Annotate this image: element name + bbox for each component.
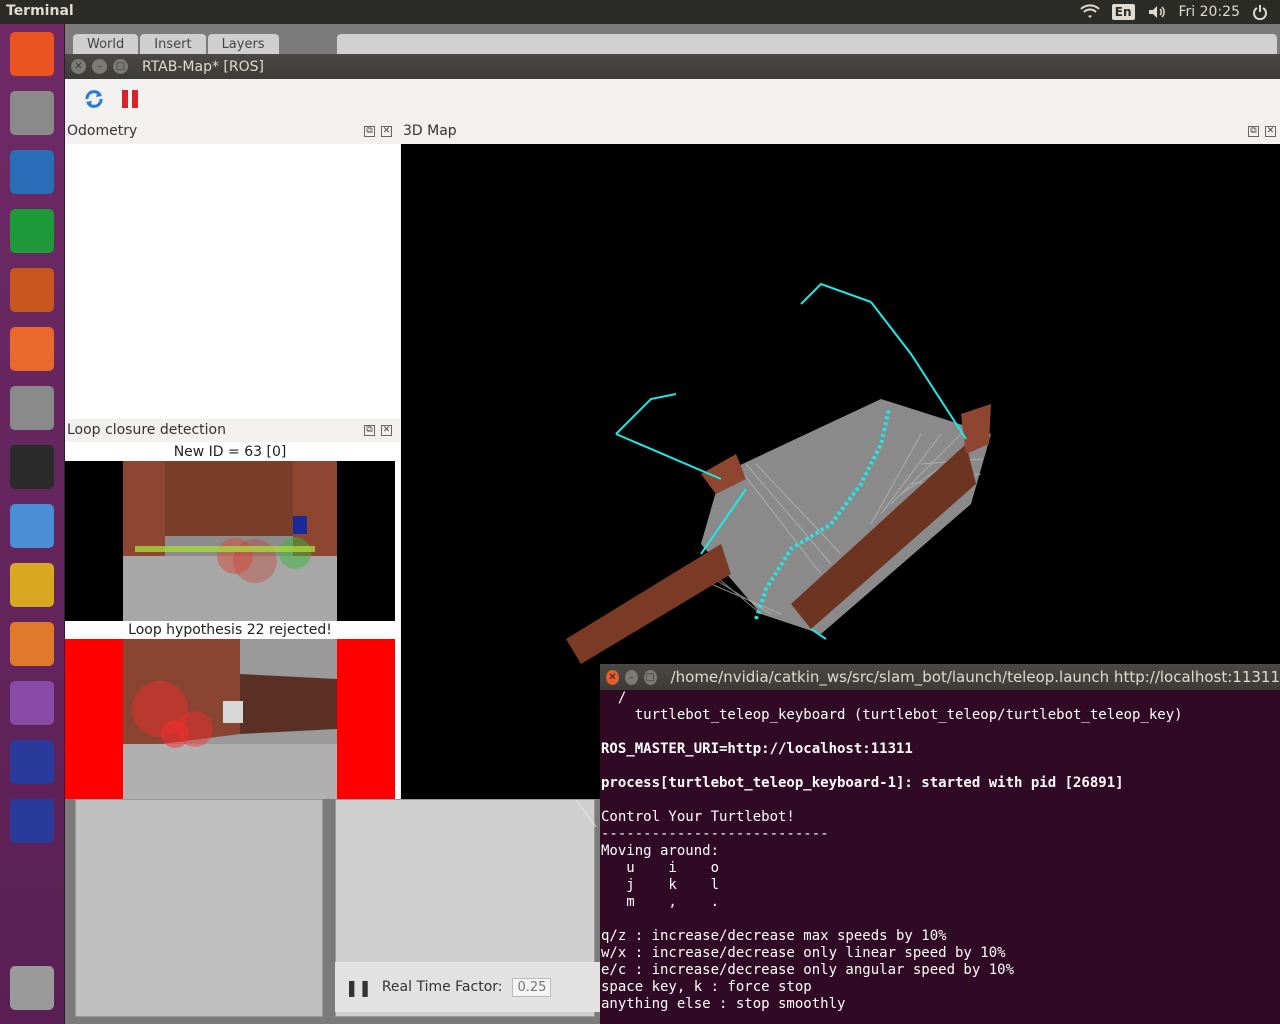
close-icon[interactable]: ✕	[381, 425, 392, 436]
teapot-icon[interactable]	[6, 559, 58, 611]
terminal-line: Control Your Turtlebot!	[601, 809, 795, 825]
close-button[interactable]: ✕	[71, 59, 86, 74]
terminal-line: w/x : increase/decrease only linear spee…	[601, 945, 1006, 961]
close-icon[interactable]: ✕	[1265, 126, 1276, 137]
map-3d-dock-title: 3D Map	[403, 123, 457, 139]
close-icon[interactable]: ✕	[381, 126, 392, 137]
terminal-line: process[turtlebot_teleop_keyboard-1]: st…	[601, 775, 1124, 791]
ubuntu-dash-icon[interactable]	[6, 28, 58, 80]
terminal-line: Moving around:	[601, 843, 720, 859]
close-button[interactable]: ✕	[606, 669, 619, 685]
pause-icon[interactable]	[119, 88, 141, 110]
tab-insert[interactable]: Insert	[140, 34, 206, 54]
gazebo-icon[interactable]	[6, 618, 58, 670]
tab-layers[interactable]: Layers	[207, 34, 279, 54]
terminal-line: q/z : increase/decrease max speeds by 10…	[601, 928, 947, 944]
wifi-icon[interactable]	[1080, 4, 1100, 20]
float-icon[interactable]: ⧉	[364, 126, 375, 137]
volume-icon[interactable]	[1147, 4, 1167, 20]
active-app-title: Terminal	[6, 3, 74, 19]
map-3d-dock-buttons: ⧉ ✕	[1248, 126, 1276, 137]
terminal-output[interactable]: / turtlebot_teleop_keyboard (turtlebot_t…	[600, 690, 1280, 1024]
loop-hypothesis-caption: Loop hypothesis 22 rejected!	[128, 622, 332, 638]
calc-icon[interactable]	[6, 205, 58, 257]
float-icon[interactable]: ⧉	[1248, 126, 1259, 137]
terminal-line: e/c : increase/decrease only angular spe…	[601, 962, 1015, 978]
terminal-line: anything else : stop smoothly	[601, 996, 846, 1012]
pause-icon[interactable]: ❚❚	[345, 978, 372, 997]
loop-closure-dock-buttons: ⧉ ✕	[364, 425, 392, 436]
maximize-button[interactable]: □	[113, 59, 128, 74]
rtabmap-toolbar	[65, 79, 1280, 119]
gazebo-tabs: World Insert Layers	[73, 34, 279, 54]
keyboard-layout-indicator[interactable]: En	[1111, 4, 1135, 20]
unity-launcher	[0, 24, 65, 1024]
tab-world[interactable]: World	[73, 34, 139, 54]
gazebo-status-bar: ❚❚ Real Time Factor: 0.25	[335, 962, 600, 1012]
power-icon[interactable]	[1252, 4, 1268, 20]
loop-closure-view: New ID = 63 [0] Loop hypothesis 22 rejec…	[65, 442, 400, 799]
rviz-icon-1[interactable]	[6, 736, 58, 788]
rtf-label: Real Time Factor:	[381, 979, 503, 995]
new-id-caption: New ID = 63 [0]	[173, 444, 287, 460]
refresh-icon[interactable]	[83, 88, 105, 110]
terminal-line: j k l	[601, 877, 720, 893]
minimize-button[interactable]: –	[92, 59, 107, 74]
float-icon[interactable]: ⧉	[364, 425, 375, 436]
maximize-button[interactable]: □	[643, 669, 657, 685]
terminal-line: space key, k : force stop	[601, 979, 812, 995]
terminal-line: u i o	[601, 860, 720, 876]
writer-icon[interactable]	[6, 146, 58, 198]
terminal-line: ROS_MASTER_URI=http://localhost:11311	[601, 741, 913, 757]
rqt-graph-icon[interactable]	[6, 677, 58, 729]
clock[interactable]: Fri 20:25	[1179, 4, 1240, 20]
files-icon[interactable]	[6, 87, 58, 139]
software-center-icon[interactable]	[6, 323, 58, 375]
impress-icon[interactable]	[6, 264, 58, 316]
terminal-line: m , .	[601, 894, 720, 910]
terminal-line: ---------------------------	[601, 826, 829, 842]
loop-image	[65, 639, 395, 799]
new-image	[65, 461, 395, 621]
loop-closure-dock-title: Loop closure detection	[67, 422, 226, 438]
terminal-line: /	[601, 690, 627, 706]
odometry-view[interactable]	[65, 144, 400, 419]
top-panel: Terminal En Fri 20:25	[0, 0, 1280, 24]
chromium-icon[interactable]	[6, 500, 58, 552]
terminal-window: ✕ – □ /home/nvidia/catkin_ws/src/slam_bo…	[600, 664, 1280, 1024]
window-title: RTAB-Map* [ROS]	[142, 58, 264, 75]
gazebo-side-panel	[75, 799, 323, 1017]
trash-icon[interactable]	[6, 962, 58, 1014]
terminal-title: /home/nvidia/catkin_ws/src/slam_bot/laun…	[670, 668, 1280, 686]
terminal-icon[interactable]	[6, 441, 58, 493]
odometry-dock-title: Odometry	[67, 123, 138, 139]
minimize-button[interactable]: –	[624, 669, 638, 685]
rtabmap-titlebar[interactable]: ✕ – □ RTAB-Map* [ROS]	[65, 54, 1280, 79]
system-settings-icon[interactable]	[6, 382, 58, 434]
terminal-titlebar[interactable]: ✕ – □ /home/nvidia/catkin_ws/src/slam_bo…	[600, 664, 1280, 690]
terminal-line: turtlebot_teleop_keyboard (turtlebot_tel…	[601, 707, 1183, 723]
rviz-icon-2[interactable]	[6, 795, 58, 847]
odometry-dock-buttons: ⧉ ✕	[364, 126, 392, 137]
rtf-value: 0.25	[512, 977, 552, 997]
